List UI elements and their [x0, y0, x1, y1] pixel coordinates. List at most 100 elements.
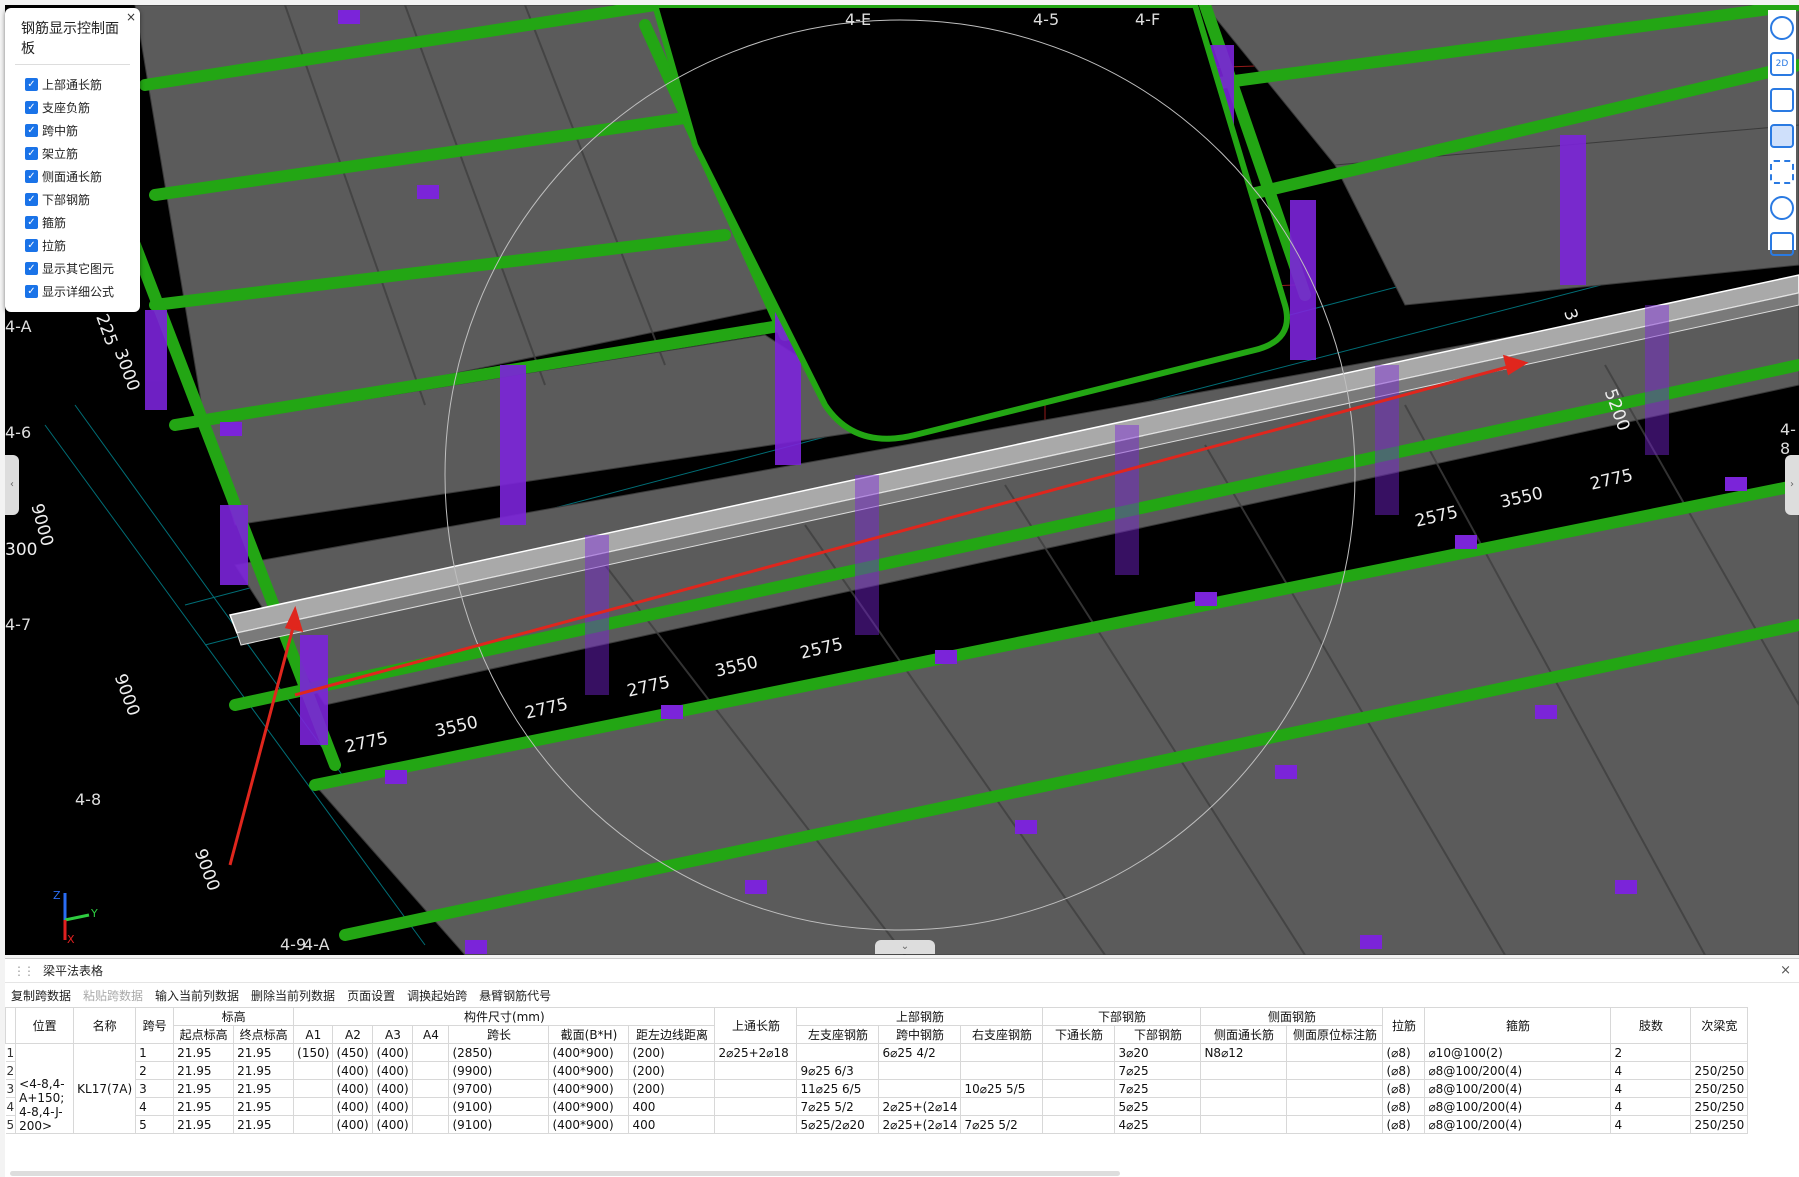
- cell-sthru[interactable]: [1200, 1079, 1288, 1098]
- checkbox-checked-icon[interactable]: ✓: [25, 239, 38, 252]
- option-erection[interactable]: ✓ 架立筋: [25, 142, 130, 165]
- cell-top[interactable]: [714, 1097, 798, 1116]
- cell-tie[interactable]: (⌀8): [1382, 1079, 1426, 1098]
- cell-start[interactable]: 21.95: [173, 1061, 235, 1080]
- cell-stir[interactable]: ⌀8@100/200(4): [1424, 1115, 1612, 1134]
- cell-mid[interactable]: 2⌀25+(2⌀14: [878, 1115, 962, 1134]
- cell-bthru[interactable]: [1042, 1079, 1116, 1098]
- cell-start[interactable]: 21.95: [173, 1043, 235, 1062]
- copy-span-button[interactable]: 复制跨数据: [11, 987, 71, 1004]
- cell-sthru[interactable]: N8⌀12: [1200, 1043, 1288, 1062]
- checkbox-checked-icon[interactable]: ✓: [25, 101, 38, 114]
- cell-start[interactable]: 21.95: [173, 1115, 235, 1134]
- cell-a1[interactable]: [293, 1097, 334, 1116]
- checkbox-checked-icon[interactable]: ✓: [25, 124, 38, 137]
- option-stirrup[interactable]: ✓ 箍筋: [25, 211, 130, 234]
- cell-bot[interactable]: 4⌀25: [1114, 1115, 1202, 1134]
- option-detailed-formula[interactable]: ✓ 显示详细公式: [25, 280, 130, 303]
- cell-subw[interactable]: [1690, 1043, 1749, 1062]
- cell-sthru[interactable]: [1200, 1097, 1288, 1116]
- delete-column-button[interactable]: 删除当前列数据: [251, 987, 335, 1004]
- option-tie[interactable]: ✓ 拉筋: [25, 234, 130, 257]
- cell-left[interactable]: [796, 1043, 880, 1062]
- cell-end[interactable]: 21.95: [233, 1043, 295, 1062]
- cell-a2[interactable]: (450): [332, 1043, 374, 1062]
- cell-a3[interactable]: (400): [372, 1079, 414, 1098]
- option-top-through[interactable]: ✓ 上部通长筋: [25, 73, 130, 96]
- cell-bot[interactable]: 3⌀20: [1114, 1043, 1202, 1062]
- position-cell[interactable]: <4-8,4-A+150;4-8,4-J-200>: [15, 1043, 75, 1134]
- cell-stir[interactable]: ⌀8@100/200(4): [1424, 1079, 1612, 1098]
- cell-a4[interactable]: [412, 1079, 450, 1098]
- cell-len[interactable]: (9100): [448, 1115, 550, 1134]
- swap-start-span-button[interactable]: 调换起始跨: [407, 987, 467, 1004]
- cell-a2[interactable]: (400): [332, 1097, 374, 1116]
- name-cell[interactable]: KL17(7A): [73, 1043, 137, 1134]
- cell-a1[interactable]: [293, 1079, 334, 1098]
- option-bottom[interactable]: ✓ 下部钢筋: [25, 188, 130, 211]
- cell-len[interactable]: (9700): [448, 1079, 550, 1098]
- cell-sec[interactable]: (400*900): [548, 1043, 630, 1062]
- cell-a1[interactable]: (150): [293, 1043, 334, 1062]
- row-index[interactable]: 3: [5, 1079, 17, 1098]
- table-scroll-area[interactable]: 位置 名称 跨号 标高 构件尺寸(mm) 上通长筋 上部钢筋 下部钢筋 侧面钢筋…: [5, 1007, 1799, 1157]
- settings-icon[interactable]: [1770, 196, 1794, 220]
- cell-a4[interactable]: [412, 1043, 450, 1062]
- row-index[interactable]: 2: [5, 1061, 17, 1080]
- 3d-box-icon[interactable]: [1770, 88, 1794, 112]
- cell-start[interactable]: 21.95: [173, 1097, 235, 1116]
- row-index[interactable]: 4: [5, 1097, 17, 1116]
- paste-span-button[interactable]: 粘贴跨数据: [83, 987, 143, 1004]
- page-setup-button[interactable]: 页面设置: [347, 987, 395, 1004]
- cell-a3[interactable]: (400): [372, 1043, 414, 1062]
- table-row[interactable]: 4 4 21.95 21.95 (400) (400) (9100) (400*900) 400…: [5, 1097, 1749, 1116]
- cell-right[interactable]: 10⌀25 5/5: [960, 1079, 1044, 1098]
- cell-start[interactable]: 21.95: [173, 1079, 235, 1098]
- cell-top[interactable]: [714, 1061, 798, 1080]
- cell-a2[interactable]: (400): [332, 1079, 374, 1098]
- close-icon[interactable]: ×: [126, 10, 136, 24]
- table-row[interactable]: 5 5 21.95 21.95 (400) (400) (9100) (400*900) 400…: [5, 1115, 1749, 1134]
- cell-subw[interactable]: 250/250: [1690, 1061, 1749, 1080]
- cell-off[interactable]: 400: [628, 1115, 716, 1134]
- cell-stir[interactable]: ⌀8@100/200(4): [1424, 1097, 1612, 1116]
- table-row[interactable]: 3 3 21.95 21.95 (400) (400) (9700) (400*900) (20…: [5, 1079, 1749, 1098]
- horizontal-scrollbar[interactable]: [10, 1171, 1120, 1176]
- cell-a4[interactable]: [412, 1115, 450, 1134]
- cell-bot[interactable]: 5⌀25: [1114, 1097, 1202, 1116]
- cell-right[interactable]: [960, 1043, 1044, 1062]
- 3d-viewport[interactable]: 4-E 4-5 4-F 4-A 4-6 4-7 4-8 4-9 4-A 4-8 …: [5, 5, 1799, 955]
- cell-end[interactable]: 21.95: [233, 1079, 295, 1098]
- option-mid-span[interactable]: ✓ 跨中筋: [25, 119, 130, 142]
- cell-sthru[interactable]: [1200, 1061, 1288, 1080]
- cell-span[interactable]: 3: [135, 1079, 175, 1098]
- cell-subw[interactable]: 250/250: [1690, 1097, 1749, 1116]
- cell-a4[interactable]: [412, 1061, 450, 1080]
- checkbox-checked-icon[interactable]: ✓: [25, 170, 38, 183]
- cell-bthru[interactable]: [1042, 1061, 1116, 1080]
- cell-tie[interactable]: (⌀8): [1382, 1097, 1426, 1116]
- 2d-view-icon[interactable]: 2D: [1770, 52, 1794, 76]
- cell-legs[interactable]: 2: [1610, 1043, 1692, 1062]
- cell-sorig[interactable]: [1286, 1115, 1384, 1134]
- cell-subw[interactable]: 250/250: [1690, 1079, 1749, 1098]
- fullscreen-icon[interactable]: [1770, 160, 1794, 184]
- cell-stir[interactable]: ⌀8@100/200(4): [1424, 1061, 1612, 1080]
- cell-top[interactable]: [714, 1115, 798, 1134]
- cell-bthru[interactable]: [1042, 1115, 1116, 1134]
- cell-sorig[interactable]: [1286, 1061, 1384, 1080]
- cell-span[interactable]: 4: [135, 1097, 175, 1116]
- cell-a1[interactable]: [293, 1115, 334, 1134]
- cell-a4[interactable]: [412, 1097, 450, 1116]
- cell-sthru[interactable]: [1200, 1115, 1288, 1134]
- bottom-collapse-handle[interactable]: ⌄: [875, 940, 935, 954]
- input-column-button[interactable]: 输入当前列数据: [155, 987, 239, 1004]
- cell-sorig[interactable]: [1286, 1079, 1384, 1098]
- beam-3d-scene[interactable]: [5, 5, 1799, 955]
- cell-bthru[interactable]: [1042, 1097, 1116, 1116]
- cell-legs[interactable]: 4: [1610, 1097, 1692, 1116]
- right-collapse-handle[interactable]: ›: [1785, 455, 1799, 515]
- cell-a1[interactable]: [293, 1061, 334, 1080]
- cell-mid[interactable]: [878, 1079, 962, 1098]
- cell-sec[interactable]: (400*900): [548, 1097, 630, 1116]
